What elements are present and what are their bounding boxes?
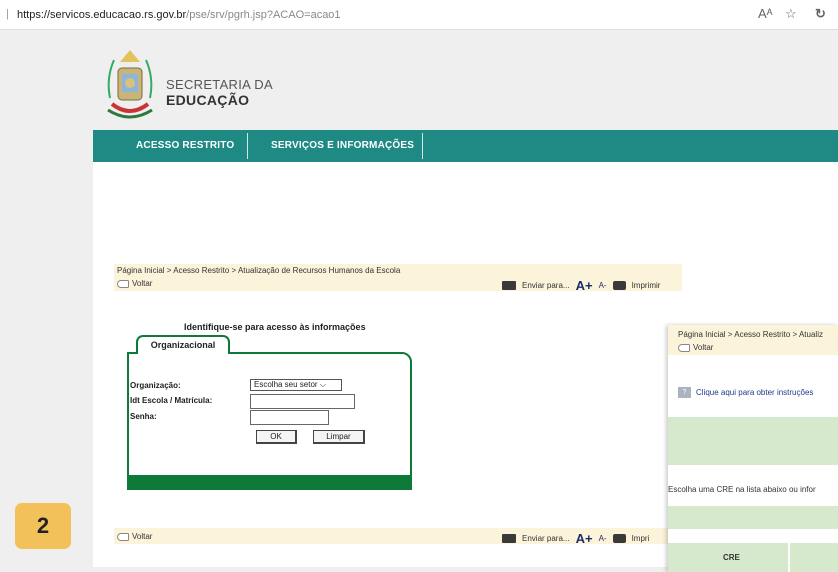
print-link[interactable]: Imprimir xyxy=(632,281,661,290)
font-increase-button[interactable]: A+ xyxy=(576,531,593,546)
page-tools: Enviar para... A+ A- Imprimir xyxy=(502,278,660,293)
cre-table-header: CRE xyxy=(668,543,838,572)
send-link[interactable]: Enviar para... xyxy=(522,281,570,290)
url-path: /pse/srv/pgrh.jsp?ACAO=acao1 xyxy=(186,9,341,21)
back-arrow-icon xyxy=(117,532,129,541)
login-title: Identifique-se para acesso às informaçõe… xyxy=(184,322,366,332)
instructions-label: Clique aqui para obter instruções xyxy=(696,388,814,397)
back-arrow-icon xyxy=(678,343,690,352)
back-label: Voltar xyxy=(132,279,153,288)
chevron-down-icon: ⌵ xyxy=(319,380,326,389)
refresh-icon[interactable]: ↻ xyxy=(815,6,826,22)
envelope-icon[interactable] xyxy=(502,534,516,543)
nav-divider xyxy=(247,133,248,159)
send-link[interactable]: Enviar para... xyxy=(522,534,570,543)
state-coat-of-arms-logo xyxy=(107,50,153,119)
back-link[interactable]: Voltar xyxy=(117,279,152,288)
ok-button[interactable]: OK xyxy=(256,430,297,444)
back-arrow-icon xyxy=(117,279,129,288)
url-field[interactable]: https://servicos.educacao.rs.gov.br/pse/… xyxy=(17,9,341,21)
org-name-line1: SECRETARIA DA xyxy=(166,77,273,92)
url-host: https://servicos.educacao.rs.gov.br xyxy=(17,9,187,21)
password-label: Senha: xyxy=(130,412,157,421)
envelope-icon[interactable] xyxy=(502,281,516,290)
instructions-link[interactable]: ? Clique aqui para obter instruções xyxy=(678,387,813,398)
nav-item-restricted-access[interactable]: ACESSO RESTRITO xyxy=(136,140,234,151)
back-label: Voltar xyxy=(693,343,714,352)
page-tools-bottom: Enviar para... A+ A- Impri xyxy=(502,531,649,546)
overlay-panel: Página Inicial > Acesso Restrito > Atual… xyxy=(668,325,838,572)
tab-organizacional[interactable]: Organizacional xyxy=(136,335,230,354)
overlay-back-link[interactable]: Voltar xyxy=(678,343,713,352)
overlay-info-band xyxy=(668,417,838,465)
step-number-badge: 2 xyxy=(15,503,71,549)
password-input[interactable] xyxy=(250,410,329,425)
overlay-filter-band xyxy=(668,506,838,529)
font-decrease-button[interactable]: A- xyxy=(599,281,607,290)
help-icon: ? xyxy=(678,387,691,398)
printer-icon[interactable] xyxy=(612,534,626,543)
favorite-star-icon[interactable]: ☆ xyxy=(785,6,797,22)
browser-address-bar: | https://servicos.educacao.rs.gov.br/ps… xyxy=(0,0,838,30)
org-select-value: Escolha seu setor xyxy=(254,380,318,389)
id-label: Idt Escola / Matrícula: xyxy=(130,396,213,405)
print-link[interactable]: Impri xyxy=(632,534,650,543)
back-label: Voltar xyxy=(132,532,153,541)
org-name-line2: EDUCAÇÃO xyxy=(166,92,250,108)
read-aloud-icon[interactable]: Aᴬ xyxy=(758,6,773,21)
page-margin xyxy=(0,30,93,572)
org-label: Organização: xyxy=(130,381,181,390)
id-input[interactable] xyxy=(250,394,355,409)
form-footer-bar xyxy=(127,475,412,490)
nav-divider xyxy=(422,133,423,159)
clear-button[interactable]: Limpar xyxy=(313,430,365,444)
breadcrumb: Página Inicial > Acesso Restrito > Atual… xyxy=(117,266,401,275)
column-divider xyxy=(788,543,790,572)
font-increase-button[interactable]: A+ xyxy=(576,278,593,293)
main-navigation: ACESSO RESTRITO SERVIÇOS E INFORMAÇÕES xyxy=(93,130,838,162)
printer-icon[interactable] xyxy=(612,281,626,290)
tab-edge: | xyxy=(6,8,9,20)
org-select[interactable]: Escolha seu setor ⌵ xyxy=(250,379,342,391)
overlay-breadcrumb: Página Inicial > Acesso Restrito > Atual… xyxy=(678,330,823,339)
font-decrease-button[interactable]: A- xyxy=(599,534,607,543)
nav-item-services[interactable]: SERVIÇOS E INFORMAÇÕES xyxy=(271,140,414,151)
choose-cre-text: Escolha uma CRE na lista abaixo ou infor xyxy=(668,485,816,494)
back-link-bottom[interactable]: Voltar xyxy=(117,532,152,541)
cre-column-header: CRE xyxy=(723,553,740,562)
